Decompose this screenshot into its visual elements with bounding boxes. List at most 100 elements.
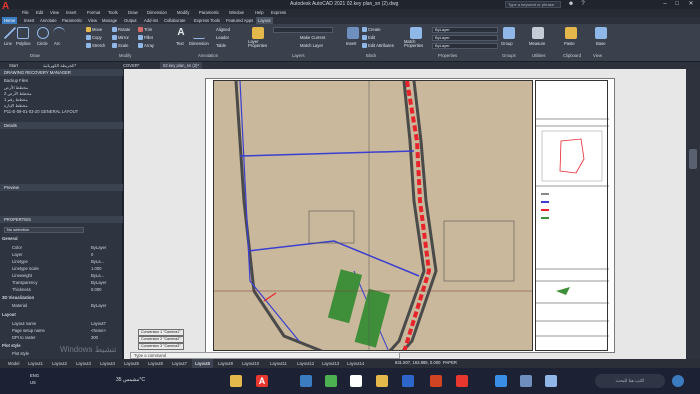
layer-properties-button[interactable]: Layer Properties — [248, 39, 270, 49]
pdf-icon[interactable] — [456, 375, 468, 387]
aligned-dropdown[interactable]: Aligned — [216, 27, 230, 32]
tab-add-ins[interactable]: Add-ins — [142, 17, 160, 24]
tab-layout[interactable]: Layout4 — [100, 359, 115, 368]
properties-header[interactable]: PROPERTIES — [0, 216, 123, 223]
scroll-thumb[interactable] — [689, 149, 697, 169]
start-button-icon[interactable] — [672, 375, 684, 387]
tab-layout[interactable]: Layout1 — [28, 359, 43, 368]
taskbar-search-input[interactable]: اكتب هنا للبحث — [595, 374, 665, 388]
text-button[interactable]: Text — [176, 41, 184, 46]
general-section[interactable]: General — [2, 236, 18, 241]
app-icon[interactable] — [350, 375, 362, 387]
tab-model[interactable]: Model — [8, 359, 19, 368]
make-current-button[interactable]: Make Current — [300, 35, 325, 40]
lineweight-dropdown[interactable]: ByLayer — [432, 35, 498, 41]
plot-style-section[interactable]: Plot style — [2, 343, 21, 348]
menu-view[interactable]: View — [50, 10, 59, 15]
fillet-button[interactable]: Fillet — [138, 35, 153, 41]
leader-dropdown[interactable]: Leader — [216, 35, 229, 40]
menu-draw[interactable]: Draw — [128, 10, 138, 15]
insert-block-icon[interactable] — [347, 27, 359, 39]
layer-properties-icon[interactable] — [252, 27, 264, 39]
arc-icon[interactable] — [53, 27, 65, 39]
tab-parametric[interactable]: Parametric — [60, 17, 84, 24]
match-properties-icon[interactable] — [410, 27, 422, 39]
tab-view[interactable]: View — [86, 17, 99, 24]
drawing-recovery-header[interactable]: DRAWING RECOVERY MANAGER — [0, 69, 123, 76]
color-dropdown[interactable]: ByLayer — [432, 27, 498, 33]
language-indicator[interactable]: ENG — [30, 373, 39, 378]
stretch-button[interactable]: Stretch — [86, 43, 105, 49]
tab-cover[interactable]: COVER* — [120, 62, 143, 69]
preview-header[interactable]: Preview — [0, 184, 123, 191]
prop-value[interactable]: Layout7 — [91, 321, 106, 326]
line-icon[interactable] — [4, 27, 16, 39]
search-input[interactable]: Type a keyword or phrase — [505, 1, 561, 8]
array-button[interactable]: Array — [138, 43, 154, 49]
browser-icon[interactable] — [300, 375, 312, 387]
selection-dropdown[interactable]: No selection — [4, 227, 84, 233]
prop-value[interactable]: 1.000 — [91, 266, 101, 271]
dimension-button[interactable]: Dimension — [189, 41, 209, 46]
app-icon[interactable] — [520, 375, 532, 387]
insert-button[interactable]: Insert — [346, 41, 356, 46]
group-button[interactable]: Group — [501, 41, 513, 46]
menu-tools[interactable]: Tools — [108, 10, 118, 15]
measure-button[interactable]: Measure — [529, 41, 545, 46]
menu-modify[interactable]: Modify — [177, 10, 189, 15]
edit-block-button[interactable]: Edit — [362, 35, 375, 41]
backup-file-item[interactable]: مخطط الأرض 2 — [4, 91, 32, 96]
tab-manage[interactable]: Manage — [100, 17, 119, 24]
close-icon[interactable]: ✕ — [686, 0, 696, 9]
vertical-scrollbar[interactable] — [686, 69, 700, 359]
tab-layout[interactable]: Layout3 — [76, 359, 91, 368]
rotate-button[interactable]: Rotate — [112, 27, 130, 33]
tab-featured-apps[interactable]: Featured Apps — [224, 17, 255, 24]
backup-file-item[interactable]: مخطط رقم 1 — [4, 97, 28, 102]
prop-value[interactable]: ByLayer — [91, 280, 106, 285]
tab-annotate[interactable]: Annotate — [38, 17, 59, 24]
prop-value[interactable]: 0.000 — [91, 287, 101, 292]
tab-layout[interactable]: Layout6 — [148, 359, 163, 368]
3d-visualization-section[interactable]: 3D Visualization — [2, 295, 34, 300]
polyline-icon[interactable] — [17, 27, 29, 39]
tab-layout[interactable]: Layout12 — [297, 359, 314, 368]
edit-attributes-button[interactable]: Edit Attributes — [362, 43, 394, 49]
tab-collaborate[interactable]: Collaborate — [162, 17, 187, 24]
dimension-icon[interactable] — [193, 27, 205, 39]
paste-icon[interactable] — [565, 27, 577, 39]
base-button[interactable]: Base — [596, 41, 606, 46]
layer-dropdown[interactable] — [273, 27, 333, 33]
backup-file-item[interactable]: P11-E-09-01-03-20 GENERAL LAYOUT — [4, 109, 78, 114]
camera-callout[interactable]: Conversion 2 "Camera2" — [138, 336, 184, 343]
tab-doc-arabic[interactable]: الخريطة الكهربائية* — [40, 62, 79, 69]
measure-icon[interactable] — [532, 27, 544, 39]
circle-button[interactable]: Circle — [37, 41, 48, 46]
copy-button[interactable]: Copy — [86, 35, 102, 41]
word-icon[interactable] — [402, 375, 414, 387]
menu-insert[interactable]: Insert — [66, 10, 76, 15]
mirror-button[interactable]: Mirror — [112, 35, 129, 41]
scale-button[interactable]: Scale — [112, 43, 128, 49]
menu-format[interactable]: Format — [87, 10, 100, 15]
tab-layout[interactable]: Layout5 — [124, 359, 139, 368]
layout-viewport[interactable] — [213, 80, 533, 351]
tab-layout[interactable]: Layout7 — [172, 359, 187, 368]
folder-icon[interactable] — [376, 375, 388, 387]
command-line-input[interactable]: Type a command — [130, 352, 400, 359]
menu-file[interactable]: File — [22, 10, 29, 15]
layout-section[interactable]: Layout — [2, 312, 16, 317]
match-properties-button[interactable]: Match Properties — [404, 39, 429, 49]
tab-express-tools[interactable]: Express Tools — [192, 17, 222, 24]
app-icon[interactable] — [545, 375, 557, 387]
tab-start[interactable]: Start — [6, 62, 21, 69]
prop-value[interactable]: 300 — [91, 335, 98, 340]
app-icon[interactable] — [495, 375, 507, 387]
tab-layout[interactable]: Layout11 — [270, 359, 287, 368]
text-icon[interactable]: A — [175, 27, 187, 39]
prop-value[interactable]: ByLayer — [91, 245, 106, 250]
group-icon[interactable] — [503, 27, 515, 39]
paper-space-toggle[interactable]: PAPER — [443, 360, 457, 365]
move-button[interactable]: Move — [86, 27, 102, 33]
backup-file-item[interactable]: مخطط الإنارة — [4, 103, 28, 108]
